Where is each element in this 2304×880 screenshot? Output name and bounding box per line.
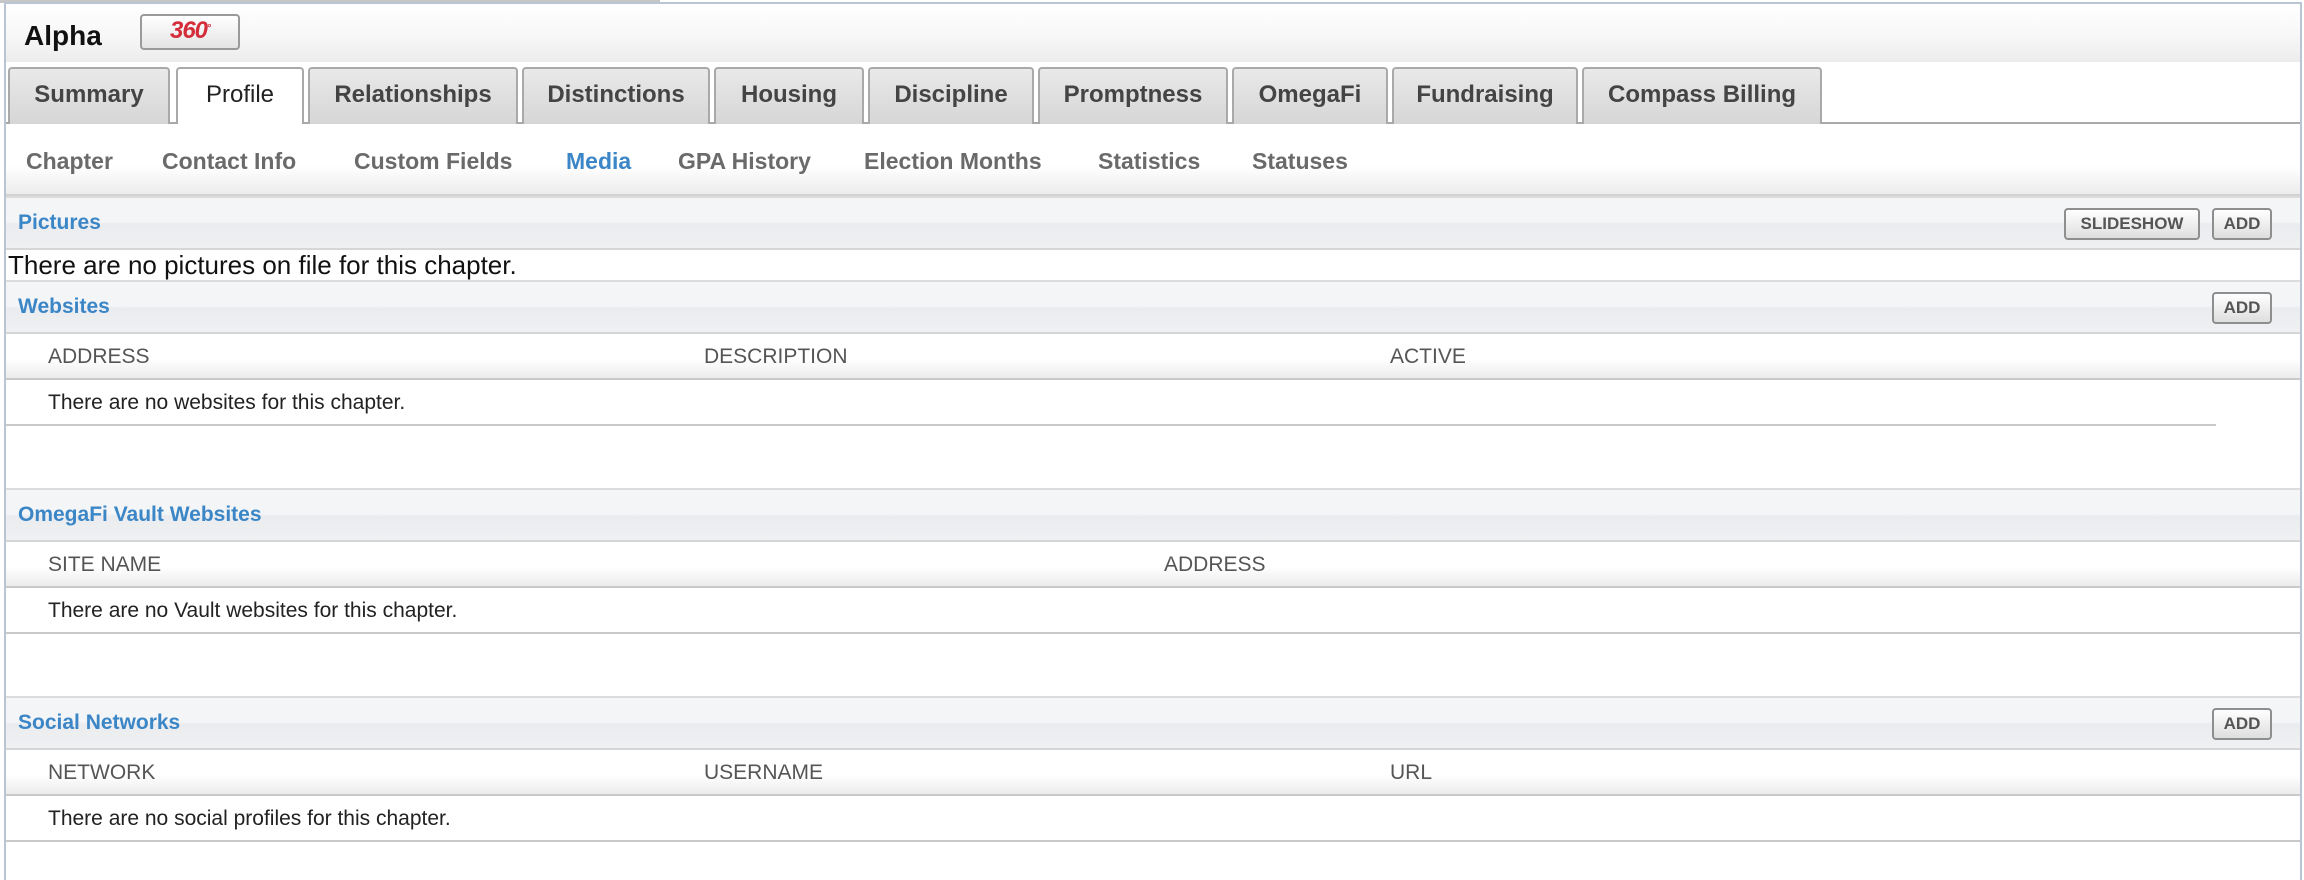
subtab-election-months[interactable]: Election Months	[864, 148, 1042, 175]
tab-distinctions[interactable]: Distinctions	[522, 67, 710, 124]
sub-tab-bar: Chapter Contact Info Custom Fields Media…	[6, 124, 2300, 196]
websites-table-header: ADDRESS DESCRIPTION ACTIVE	[6, 334, 2300, 380]
tab-summary[interactable]: Summary	[8, 67, 170, 124]
websites-title: Websites	[18, 295, 110, 318]
slideshow-button[interactable]: SLIDESHOW	[2064, 208, 2200, 240]
tab-fundraising[interactable]: Fundraising	[1392, 67, 1578, 124]
social-networks-empty-message: There are no social profiles for this ch…	[48, 807, 451, 830]
tab-relationships[interactable]: Relationships	[308, 67, 518, 124]
subtab-statuses[interactable]: Statuses	[1252, 148, 1348, 175]
vault-websites-table-header: SITE NAME ADDRESS	[6, 542, 2300, 588]
websites-empty-row: There are no websites for this chapter.	[6, 380, 2216, 426]
column-header-description: DESCRIPTION	[704, 345, 848, 368]
vault-websites-empty-message: There are no Vault websites for this cha…	[48, 599, 458, 622]
subtab-contact-info[interactable]: Contact Info	[162, 148, 296, 175]
tab-discipline[interactable]: Discipline	[868, 67, 1034, 124]
subtab-chapter[interactable]: Chapter	[26, 148, 113, 175]
subtab-media[interactable]: Media	[566, 148, 631, 175]
chapter-name: Alpha	[24, 20, 102, 51]
tab-omegafi[interactable]: OmegaFi	[1232, 67, 1388, 124]
column-header-site-name: SITE NAME	[48, 553, 162, 576]
chapter-profile-panel: Alpha 360° Summary Profile Relationships…	[4, 2, 2302, 880]
badge-label: 360	[169, 17, 208, 44]
social-networks-empty-row: There are no social profiles for this ch…	[6, 796, 2300, 842]
column-header-network: NETWORK	[48, 761, 156, 784]
pictures-title: Pictures	[18, 211, 101, 234]
pictures-section-header: Pictures SLIDESHOW ADD	[6, 196, 2300, 250]
websites-section-header: Websites ADD	[6, 280, 2300, 334]
vault-websites-section-header: OmegaFi Vault Websites	[6, 488, 2300, 542]
column-header-url: URL	[1390, 761, 1433, 784]
vault-websites-title: OmegaFi Vault Websites	[18, 503, 262, 526]
social-networks-table-header: NETWORK USERNAME URL	[6, 750, 2300, 796]
pictures-empty-message: There are no pictures on file for this c…	[8, 250, 517, 280]
social-networks-section-header: Social Networks ADD	[6, 696, 2300, 750]
tab-housing[interactable]: Housing	[714, 67, 864, 124]
title-bar: Alpha 360°	[6, 4, 2300, 62]
column-header-active: ACTIVE	[1390, 345, 1466, 368]
tab-promptness[interactable]: Promptness	[1038, 67, 1228, 124]
add-website-button[interactable]: ADD	[2212, 292, 2272, 324]
websites-empty-message: There are no websites for this chapter.	[48, 391, 406, 414]
add-social-network-button[interactable]: ADD	[2212, 708, 2272, 740]
main-tab-bar: Summary Profile Relationships Distinctio…	[6, 62, 2300, 126]
subtab-gpa-history[interactable]: GPA History	[678, 148, 811, 175]
column-header-username: USERNAME	[704, 761, 824, 784]
badge-mark: °	[207, 23, 211, 34]
column-header-address: ADDRESS	[48, 345, 150, 368]
social-networks-title: Social Networks	[18, 711, 181, 734]
subtab-custom-fields[interactable]: Custom Fields	[354, 148, 512, 175]
360-logo-icon[interactable]: 360°	[140, 14, 240, 50]
tab-compass-billing[interactable]: Compass Billing	[1582, 67, 1822, 124]
column-header-vault-address: ADDRESS	[1164, 553, 1266, 576]
vault-websites-empty-row: There are no Vault websites for this cha…	[6, 588, 2300, 634]
subtab-statistics[interactable]: Statistics	[1098, 148, 1200, 175]
add-picture-button[interactable]: ADD	[2212, 208, 2272, 240]
tab-profile[interactable]: Profile	[176, 67, 304, 126]
